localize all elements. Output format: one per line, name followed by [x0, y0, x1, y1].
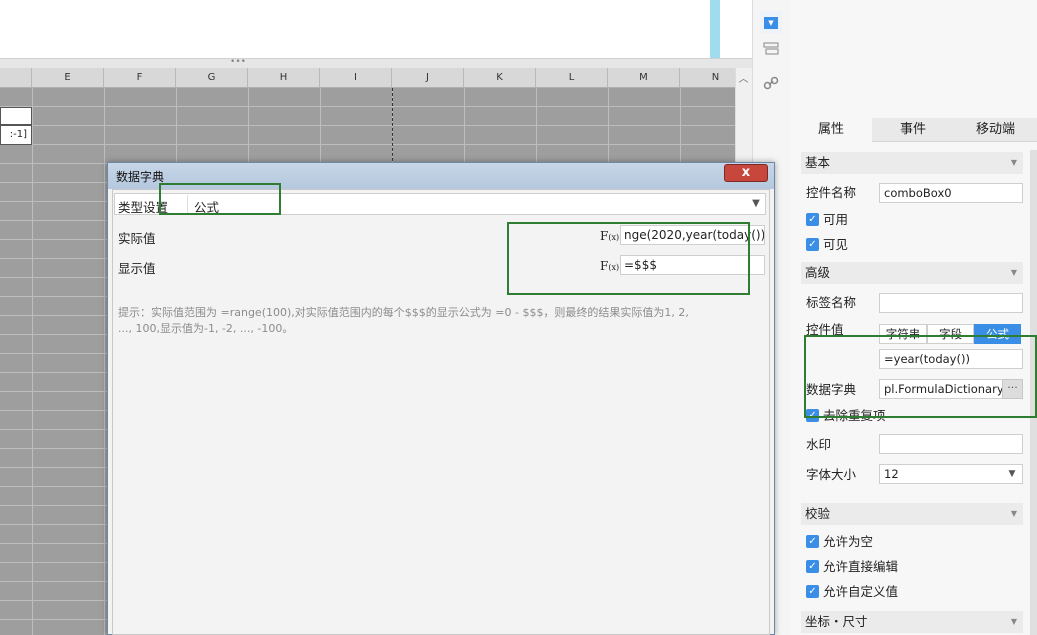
- tag-name-label: 标签名称: [806, 295, 857, 310]
- grid-line: [0, 144, 735, 145]
- actual-value-label: 实际值: [118, 231, 156, 246]
- allow-empty-label: 允许为空: [823, 534, 874, 549]
- grid-line: [0, 106, 735, 107]
- panel-tabs: 属性 事件 移动端: [790, 118, 1037, 142]
- highlight-box: [804, 335, 1037, 418]
- watermark-input[interactable]: [879, 434, 1023, 454]
- collapse-icon[interactable]: ▼: [1011, 503, 1017, 525]
- dialog-title: 数据字典: [116, 170, 165, 184]
- widget-icon[interactable]: ▼: [760, 11, 782, 33]
- section-title: 校验: [805, 506, 831, 521]
- enabled-label: 可用: [823, 212, 849, 227]
- grid-line: [104, 88, 105, 635]
- hint-line: ..., 100,显示值为-1, -2, ..., -100。: [118, 322, 294, 335]
- visible-label: 可见: [823, 237, 849, 252]
- chevron-down-icon[interactable]: ▼: [747, 195, 765, 213]
- column-header-n[interactable]: N: [680, 68, 735, 88]
- column-header-corner[interactable]: [0, 68, 32, 88]
- font-size-label: 字体大小: [806, 467, 857, 482]
- section-basic[interactable]: 基本 ▼: [801, 152, 1023, 174]
- watermark-label: 水印: [806, 437, 832, 452]
- collapse-icon[interactable]: ▼: [1011, 152, 1017, 174]
- section-validation[interactable]: 校验 ▼: [801, 503, 1023, 525]
- column-header-e[interactable]: E: [32, 68, 104, 88]
- canvas-top-area: [0, 0, 710, 58]
- hint-line: 提示：实际值范围为 =range(100),对实际值范围内的每个$$$的显示公式…: [118, 306, 689, 319]
- chevron-down-icon[interactable]: ▼: [1004, 466, 1020, 482]
- font-size-select[interactable]: 12: [879, 464, 1023, 484]
- tag-name-input[interactable]: [879, 293, 1023, 313]
- grid-line: [0, 125, 735, 126]
- section-advanced[interactable]: 高级 ▼: [801, 262, 1023, 284]
- allow-direct-edit-label: 允许直接编辑: [823, 559, 899, 574]
- column-header-h[interactable]: H: [248, 68, 320, 88]
- canvas-edge-bar: [710, 0, 720, 58]
- canvas-gap: [720, 0, 752, 58]
- widget-name-label: 控件名称: [806, 185, 857, 200]
- allow-custom-checkbox[interactable]: ✓: [806, 585, 819, 598]
- display-value-label: 显示值: [118, 261, 156, 276]
- enabled-checkbox[interactable]: ✓: [806, 213, 819, 226]
- spreadsheet-cell[interactable]: :-1]: [0, 125, 32, 145]
- section-title: 基本: [805, 155, 831, 170]
- tab-mobile[interactable]: 移动端: [954, 118, 1037, 142]
- column-header-g[interactable]: G: [176, 68, 248, 88]
- hint-text: 提示：实际值范围为 =range(100),对实际值范围内的每个$$$的显示公式…: [118, 305, 758, 337]
- spreadsheet-cell[interactable]: [0, 107, 32, 125]
- column-header-l[interactable]: L: [536, 68, 608, 88]
- allow-empty-checkbox[interactable]: ✓: [806, 535, 819, 548]
- column-header-i[interactable]: I: [320, 68, 392, 88]
- collapse-icon[interactable]: ▼: [1011, 611, 1017, 633]
- section-title: 高级: [805, 265, 831, 280]
- allow-direct-edit-checkbox[interactable]: ✓: [806, 560, 819, 573]
- column-header-j[interactable]: J: [392, 68, 464, 88]
- section-position[interactable]: 坐标・尺寸 ▼: [801, 611, 1023, 633]
- highlight-box: [507, 222, 750, 295]
- section-title: 坐标・尺寸: [805, 614, 868, 629]
- collapse-icon[interactable]: ▼: [1011, 262, 1017, 284]
- column-header-m[interactable]: M: [608, 68, 680, 88]
- visible-checkbox[interactable]: ✓: [806, 238, 819, 251]
- link-icon[interactable]: [760, 75, 782, 97]
- column-header-k[interactable]: K: [464, 68, 536, 88]
- tab-attributes[interactable]: 属性: [790, 118, 872, 142]
- splitter-grip-icon[interactable]: •••: [228, 58, 248, 67]
- allow-custom-label: 允许自定义值: [823, 584, 899, 599]
- highlight-box: [159, 183, 281, 215]
- column-header-f[interactable]: F: [104, 68, 176, 88]
- pane-splitter[interactable]: [0, 58, 752, 68]
- widget-name-input[interactable]: comboBox0: [879, 183, 1023, 203]
- scroll-up-icon[interactable]: ︿: [737, 70, 750, 85]
- layers-icon[interactable]: [760, 42, 782, 64]
- close-icon[interactable]: x: [724, 164, 768, 182]
- tab-events[interactable]: 事件: [872, 118, 954, 142]
- grid-line: [32, 88, 33, 635]
